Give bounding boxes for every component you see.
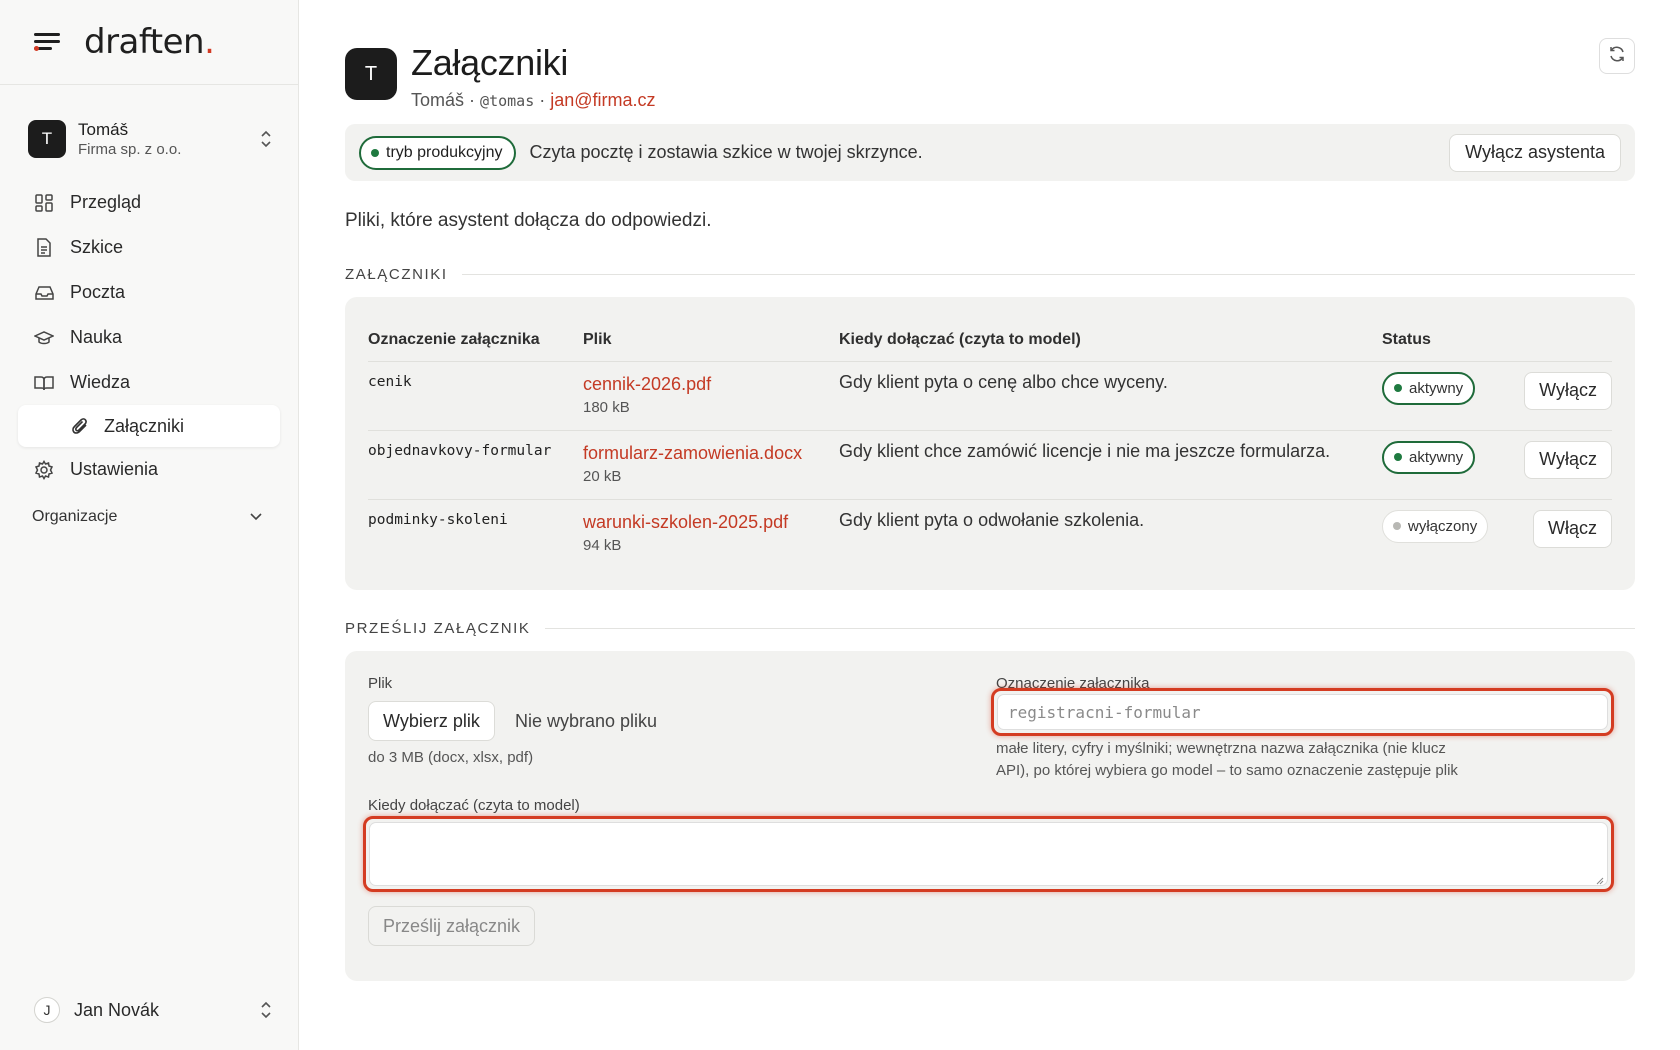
sidebar-item-label: Nauka — [70, 327, 123, 347]
mode-badge: tryb produkcyjny — [359, 135, 516, 170]
enable-attachment-button[interactable]: Włącz — [1533, 509, 1612, 548]
column-header: Plik — [583, 319, 839, 362]
avatar: J — [34, 997, 60, 1023]
disable-attachment-button[interactable]: Wyłącz — [1524, 440, 1612, 479]
paperclip-icon — [70, 416, 90, 436]
section-label: Organizacje — [32, 508, 118, 525]
column-header: Status — [1382, 319, 1512, 362]
menu-icon[interactable] — [34, 31, 60, 53]
submit-attachment-button[interactable]: Prześlij załącznik — [368, 906, 536, 946]
inbox-icon — [34, 283, 54, 303]
attachment-slug: objednavkovy-formular — [368, 442, 552, 459]
org-switcher[interactable]: T Tomáš Firma sp. z o.o. — [28, 116, 274, 162]
banner-text: Czyta pocztę i zostawia szkice w twojej … — [529, 142, 923, 162]
assistant-status-banner: tryb produkcyjny Czyta pocztę i zostawia… — [345, 124, 1635, 181]
slug-hint-line-1: małe litery, cyfry i myślniki; wewnętrzn… — [996, 740, 1446, 757]
book-icon — [34, 373, 54, 393]
disable-assistant-button[interactable]: Wyłącz asystenta — [1449, 133, 1621, 172]
sidebar-item-label: Szkice — [70, 237, 124, 257]
disable-attachment-button[interactable]: Wyłącz — [1524, 371, 1612, 410]
grid-icon — [34, 193, 54, 213]
sidebar-item-przeglad[interactable]: Przegląd — [18, 180, 280, 225]
file-link[interactable]: warunki-szkolen-2025.pdf — [583, 510, 839, 534]
sidebar: draften. T Tomáš Firma sp. z o.o. Przegl… — [0, 0, 299, 1050]
when-text: Gdy klient chce zamówić licencje i nie m… — [839, 430, 1382, 500]
file-link[interactable]: formularz-zamowienia.docx — [583, 441, 839, 465]
column-header: Oznaczenie załącznika — [368, 319, 583, 362]
column-header — [1512, 319, 1612, 362]
when-text: Gdy klient pyta o cenę albo chce wyceny. — [839, 361, 1382, 431]
status-badge: aktywny — [1382, 440, 1476, 474]
separator: · — [539, 90, 546, 110]
status-badge: wyłączony — [1382, 509, 1489, 543]
sidebar-item-label: Załączniki — [104, 415, 185, 436]
chevron-up-down-icon — [258, 129, 274, 149]
user-menu[interactable]: J Jan Novák — [34, 994, 274, 1026]
sidebar-item-poczta[interactable]: Poczta — [18, 270, 280, 315]
attachments-card: Oznaczenie załącznika Plik Kiedy dołącza… — [345, 297, 1635, 590]
page-header: T Załączniki Tomáš · @tomas · jan@firma.… — [345, 42, 656, 115]
gear-icon — [34, 459, 54, 480]
upload-card: Plik Wybierz plik Nie wybrano pliku do 3… — [345, 651, 1635, 981]
table-row: objednavkovy-formular formularz-zamowien… — [368, 430, 1612, 500]
sidebar-item-label: Wiedza — [70, 372, 131, 392]
chevron-up-down-icon — [258, 1000, 274, 1020]
attachments-section-heading: ZAŁĄCZNIKI — [345, 266, 1635, 283]
file-size: 180 kB — [583, 398, 630, 416]
when-label: Kiedy dołączać (czyta to model) — [368, 797, 580, 814]
no-file-text: Nie wybrano pliku — [515, 711, 658, 731]
when-text: Gdy klient pyta o odwołanie szkolenia. — [839, 509, 1145, 530]
page-description: Pliki, które asystent dołącza do odpowie… — [345, 210, 712, 231]
sidebar-item-ustawienia[interactable]: Ustawienia — [18, 447, 280, 492]
slug-placeholder: registracni-formular — [1008, 703, 1201, 722]
graduation-cap-icon — [34, 328, 54, 348]
refresh-icon — [1608, 45, 1626, 68]
document-icon — [34, 238, 54, 258]
file-link[interactable]: cennik-2026.pdf — [583, 372, 839, 396]
org-avatar: T — [28, 120, 66, 158]
sidebar-item-zalaczniki[interactable]: Załączniki — [18, 405, 280, 447]
status-badge: aktywny — [1382, 371, 1476, 405]
choose-file-button[interactable]: Wybierz plik — [368, 701, 495, 741]
file-size: 94 kB — [583, 536, 622, 554]
file-hint: do 3 MB (docx, xlsx, pdf) — [368, 749, 534, 766]
refresh-button[interactable] — [1599, 38, 1635, 74]
file-label: Plik — [368, 675, 393, 692]
resize-handle-icon[interactable] — [1594, 872, 1604, 885]
sidebar-item-wiedza[interactable]: Wiedza — [18, 360, 280, 405]
column-header: Kiedy dołączać (czyta to model) — [839, 319, 1382, 362]
chevron-down-icon — [250, 508, 262, 526]
brand-bar: draften. — [0, 0, 298, 85]
sidebar-item-label: Ustawienia — [70, 459, 159, 479]
page-subtitle: Tomáš · @tomas · jan@firma.cz — [411, 86, 656, 115]
separator: · — [469, 90, 476, 110]
file-size: 20 kB — [583, 467, 622, 485]
table-row: podminky-skoleni warunki-szkolen-2025.pd… — [368, 499, 1612, 568]
main-content: T Załączniki Tomáš · @tomas · jan@firma.… — [345, 0, 1635, 1050]
slug-hint-line-2: API), po której wybiera go model – to sa… — [996, 762, 1458, 779]
slug-input[interactable]: registracni-formular — [997, 694, 1608, 730]
upload-section-heading: PRZEŚLIJ ZAŁĄCZNIK — [345, 620, 1635, 637]
attachments-table: Oznaczenie załącznika Plik Kiedy dołącza… — [368, 319, 1612, 568]
attachment-slug: podminky-skoleni — [368, 511, 508, 528]
account-handle: @tomas — [480, 92, 535, 110]
org-name: Tomáš — [78, 119, 129, 139]
sidebar-item-label: Poczta — [70, 282, 126, 302]
avatar: T — [345, 48, 397, 100]
sidebar-item-nauka[interactable]: Nauka — [18, 315, 280, 360]
sidebar-nav: Przegląd Szkice Poczta Nauka Wiedza Załą… — [18, 180, 280, 542]
sidebar-item-label: Przegląd — [70, 192, 142, 212]
account-name: Tomáš — [411, 90, 465, 110]
account-email[interactable]: jan@firma.cz — [550, 90, 655, 110]
org-company: Firma sp. z o.o. — [78, 140, 182, 158]
brand-logo[interactable]: draften. — [84, 22, 215, 62]
table-row: cenik cennik-2026.pdf 180 kB Gdy klient … — [368, 361, 1612, 431]
sidebar-item-szkice[interactable]: Szkice — [18, 225, 280, 270]
when-textarea[interactable] — [369, 822, 1608, 886]
page-title: Załączniki — [411, 42, 569, 83]
attachment-slug: cenik — [368, 373, 412, 390]
user-name: Jan Novák — [74, 999, 160, 1020]
sidebar-section-organizacje[interactable]: Organizacje — [18, 492, 280, 542]
